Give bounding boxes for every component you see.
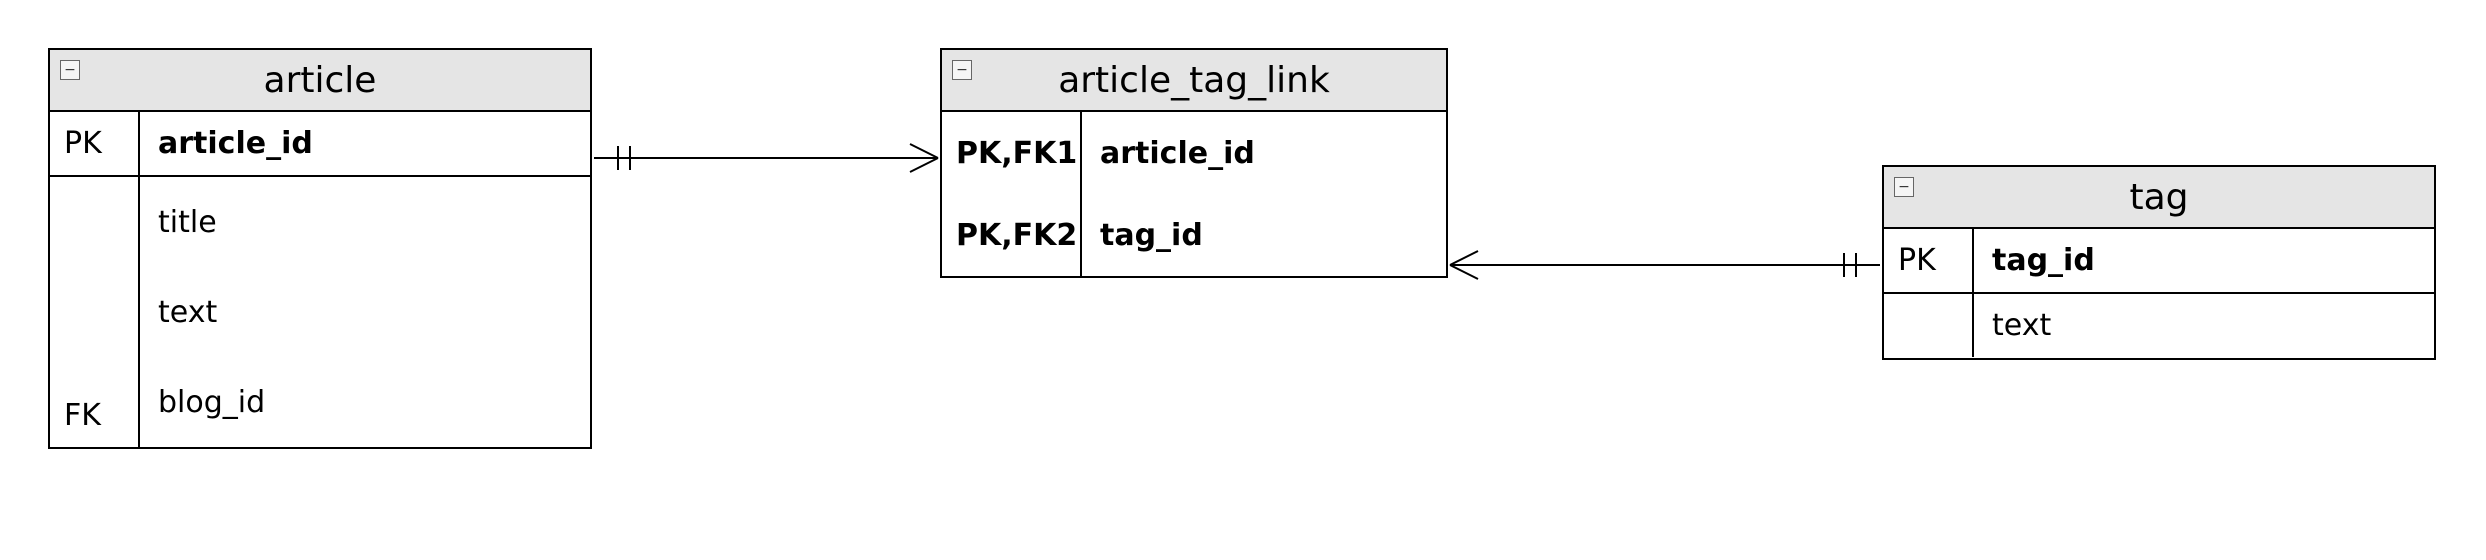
field-name: tag_id	[1082, 194, 1446, 276]
key-label: PK,FK1	[942, 112, 1080, 194]
crows-foot-many-icon	[910, 144, 938, 158]
crows-foot-many-icon	[1450, 265, 1478, 279]
table-row: text	[1884, 294, 2434, 358]
key-label: PK	[50, 112, 140, 175]
key-column: PK,FK1 PK,FK2	[942, 112, 1082, 276]
entity-article-tag-link: − article_tag_link PK,FK1 PK,FK2 article…	[940, 48, 1448, 278]
entity-article-tag-link-title: article_tag_link	[942, 52, 1446, 109]
field-name: article_id	[1082, 112, 1446, 194]
entity-tag-header: − tag	[1884, 167, 2434, 229]
field-name: article_id	[140, 112, 590, 175]
entity-article-header: − article	[50, 50, 590, 112]
field-name: text	[1974, 294, 2434, 357]
collapse-icon[interactable]: −	[1894, 177, 1914, 197]
field-name: text	[140, 267, 590, 357]
field-column: article_id tag_id	[1082, 112, 1446, 276]
crows-foot-many-icon	[910, 158, 938, 172]
key-label: PK,FK2	[942, 194, 1080, 276]
entity-tag-title: tag	[1884, 169, 2434, 226]
key-label: FK	[50, 348, 138, 447]
collapse-icon[interactable]: −	[952, 60, 972, 80]
collapse-icon[interactable]: −	[60, 60, 80, 80]
entity-article-body: FK title text blog_id	[50, 177, 590, 447]
entity-tag: − tag PK tag_id text	[1882, 165, 2436, 360]
field-name: tag_id	[1974, 229, 2434, 292]
entity-article-tag-link-header: − article_tag_link	[942, 50, 1446, 112]
er-diagram-canvas: − article PK article_id FK title text bl…	[0, 0, 2486, 560]
key-label: PK	[1884, 229, 1974, 292]
entity-article-pk-row: PK article_id	[50, 112, 590, 177]
key-label	[1884, 294, 1974, 357]
entity-article-title: article	[50, 52, 590, 109]
crows-foot-many-icon	[1450, 251, 1478, 265]
entity-article: − article PK article_id FK title text bl…	[48, 48, 592, 449]
field-name: blog_id	[140, 357, 590, 447]
field-column: title text blog_id	[140, 177, 590, 447]
entity-article-tag-link-body: PK,FK1 PK,FK2 article_id tag_id	[942, 112, 1446, 276]
entity-tag-pk-row: PK tag_id	[1884, 229, 2434, 294]
field-name: title	[140, 177, 590, 267]
key-column: FK	[50, 177, 140, 447]
key-label	[50, 177, 138, 348]
